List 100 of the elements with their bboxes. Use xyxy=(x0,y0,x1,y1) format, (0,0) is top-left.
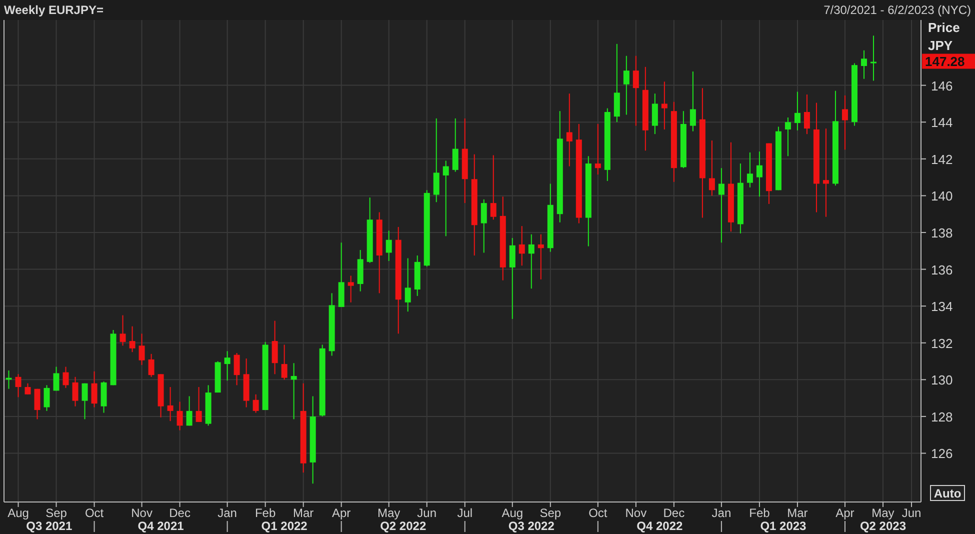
x-tick-label: Sep xyxy=(540,506,562,520)
candlestick xyxy=(632,55,639,126)
candlestick xyxy=(72,376,78,407)
date-range: 7/30/2021 - 6/2/2023 (NYC) xyxy=(824,2,971,18)
axis-unit: JPY xyxy=(928,38,953,53)
candlestick xyxy=(737,163,744,234)
candlestick xyxy=(538,234,544,280)
y-tick-label: 136 xyxy=(931,262,953,278)
y-tick-label: 146 xyxy=(931,78,953,94)
candlestick xyxy=(34,388,40,420)
x-tick-label: Oct xyxy=(84,506,104,520)
y-tick-label: 130 xyxy=(931,372,953,388)
quarter-label: Q1 2022 xyxy=(261,519,308,533)
candlestick xyxy=(480,198,487,254)
candlestick xyxy=(120,314,126,346)
x-tick-label: Apr xyxy=(332,506,351,520)
last-price-label: 147.28 xyxy=(922,54,975,69)
candlestick xyxy=(281,344,288,380)
quarter-label: Q3 2022 xyxy=(508,519,554,533)
candlestick xyxy=(348,275,354,303)
candlestick xyxy=(547,183,554,252)
x-tick-label: Apr xyxy=(836,506,854,520)
x-tick-label: Jul xyxy=(457,506,473,520)
x-tick-label: May xyxy=(378,506,400,520)
candlestick xyxy=(652,93,658,135)
y-tick-label: 140 xyxy=(931,188,953,204)
candlestick xyxy=(860,50,867,80)
candlestick xyxy=(794,91,800,131)
candlestick xyxy=(252,394,259,414)
candlestick xyxy=(386,230,392,262)
candlestick xyxy=(357,249,364,292)
auto-button[interactable]: Auto xyxy=(930,485,965,501)
candlestick xyxy=(414,254,420,296)
candlestick xyxy=(15,374,22,398)
x-tick-label: Oct xyxy=(588,506,608,520)
candlestick xyxy=(129,326,136,353)
quarter-label: Q1 2023 xyxy=(760,519,806,533)
quarter-label: Q4 2022 xyxy=(636,519,683,533)
candlestick xyxy=(870,35,876,82)
y-tick-label: 128 xyxy=(931,409,953,424)
axis-title: Price xyxy=(928,20,960,35)
quarter-label: Q2 2022 xyxy=(380,519,426,533)
candlestick xyxy=(234,352,240,386)
candlestick xyxy=(490,154,496,220)
x-tick-label: Jan xyxy=(712,506,732,520)
candlestick xyxy=(804,94,810,135)
candlestick xyxy=(328,292,335,356)
y-tick-label: 126 xyxy=(931,446,953,462)
candlestick xyxy=(53,366,60,392)
x-tick-label: Nov xyxy=(625,506,647,520)
quarter-label: Q4 2021 xyxy=(138,519,184,533)
candlestick xyxy=(186,396,192,426)
x-tick-label: Feb xyxy=(254,506,276,520)
x-tick-label: Nov xyxy=(131,506,152,520)
candlestick xyxy=(100,381,107,414)
candlestick xyxy=(784,117,791,157)
candlestick xyxy=(366,197,373,264)
candlestick xyxy=(661,81,668,130)
chart-title: Weekly EURJPY= xyxy=(4,2,104,18)
candlestick xyxy=(766,142,772,204)
x-tick-label: Mar xyxy=(787,506,808,520)
y-tick-label: 134 xyxy=(931,299,953,314)
x-tick-label: Jun xyxy=(417,506,437,520)
candlestick xyxy=(243,358,250,408)
candlestick xyxy=(167,386,174,422)
candlestick xyxy=(224,350,230,382)
x-tick-label: Sep xyxy=(46,506,67,520)
candlestick xyxy=(404,258,411,312)
candlestick xyxy=(148,353,154,378)
y-tick-label: 132 xyxy=(931,336,953,351)
quarter-label: Q2 2023 xyxy=(860,519,906,533)
candlestick xyxy=(24,382,31,395)
x-tick-label: Aug xyxy=(8,506,29,520)
x-tick-label: May xyxy=(872,506,894,520)
x-tick-label: Jan xyxy=(218,506,237,520)
candlestick xyxy=(91,370,98,408)
candlestick xyxy=(680,110,686,169)
candlestick xyxy=(842,94,848,150)
candlestick xyxy=(338,242,344,308)
x-tick-label: Jun xyxy=(902,506,922,520)
y-tick-label: 138 xyxy=(931,225,953,240)
candlestick xyxy=(708,140,715,196)
x-tick-label: Aug xyxy=(502,506,524,520)
candlestick xyxy=(62,366,69,388)
candlestick xyxy=(594,123,601,176)
candlestick xyxy=(290,362,297,420)
candlestick xyxy=(205,384,212,426)
candlestick xyxy=(690,71,696,132)
y-tick-label: 144 xyxy=(931,115,953,130)
x-tick-label: Feb xyxy=(749,506,770,520)
candlestick xyxy=(623,55,630,116)
candlestick xyxy=(746,152,753,188)
y-tick-label: 142 xyxy=(931,152,953,167)
x-tick-label: Dec xyxy=(663,506,685,520)
candlestick xyxy=(756,151,762,198)
candlestick xyxy=(158,374,164,418)
candlestick xyxy=(272,320,278,375)
candlestick xyxy=(528,234,534,290)
candlestick xyxy=(44,384,50,412)
x-tick-label: Mar xyxy=(293,506,314,520)
